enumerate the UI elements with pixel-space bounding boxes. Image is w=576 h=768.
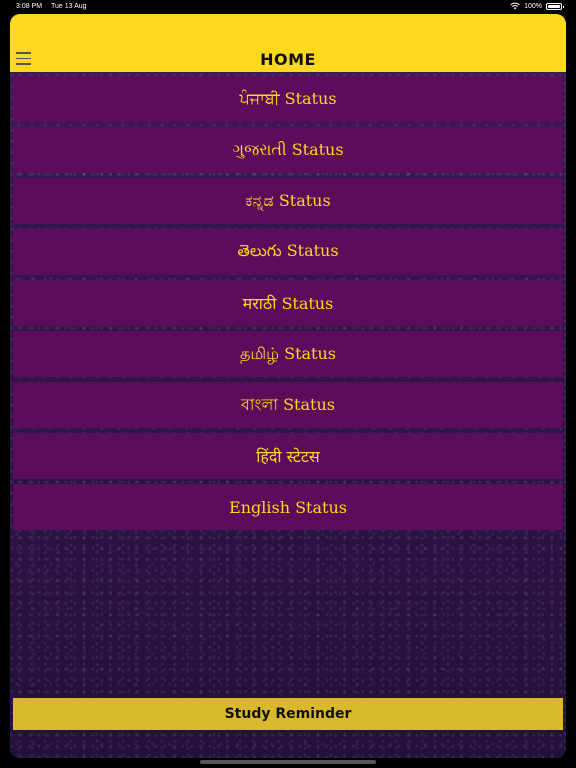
battery-percent: 100% <box>524 2 542 10</box>
gujarati-status-button[interactable]: ગુજરાતી Status <box>13 127 563 173</box>
tamil-status-button[interactable]: தமிழ் Status <box>13 331 563 377</box>
status-right-group: 100% <box>510 2 564 10</box>
home-indicator[interactable] <box>200 760 376 764</box>
hindi-status-button[interactable]: हिंदी स्टेटस <box>13 433 563 479</box>
english-status-button[interactable]: English Status <box>13 484 563 530</box>
bangla-status-button[interactable]: বাংলা Status <box>13 382 563 428</box>
system-status-bar: 3:08 PM Tue 13 Aug 100% <box>0 0 576 14</box>
app-window: HOME ਪੰਜਾਬੀ Status ગુજરાતી Status ಕನ್ನಡ … <box>10 14 566 758</box>
kannada-status-button[interactable]: ಕನ್ನಡ Status <box>13 178 563 224</box>
marathi-status-button[interactable]: मराठी Status <box>13 280 563 326</box>
battery-icon <box>546 2 564 10</box>
nav-bar: HOME <box>10 14 566 72</box>
telugu-status-button[interactable]: తెలుగు Status <box>13 229 563 275</box>
wifi-icon <box>510 2 520 10</box>
device-screen: 3:08 PM Tue 13 Aug 100% HOME ਪੰਜਾਬੀ Stat… <box>0 0 576 768</box>
study-reminder-button[interactable]: Study Reminder <box>13 698 563 730</box>
page-title: HOME <box>260 50 316 69</box>
punjabi-status-button[interactable]: ਪੰਜਾਬੀ Status <box>13 76 563 122</box>
status-time: 3:08 PM <box>16 3 43 10</box>
status-date: Tue 13 Aug <box>51 3 87 10</box>
